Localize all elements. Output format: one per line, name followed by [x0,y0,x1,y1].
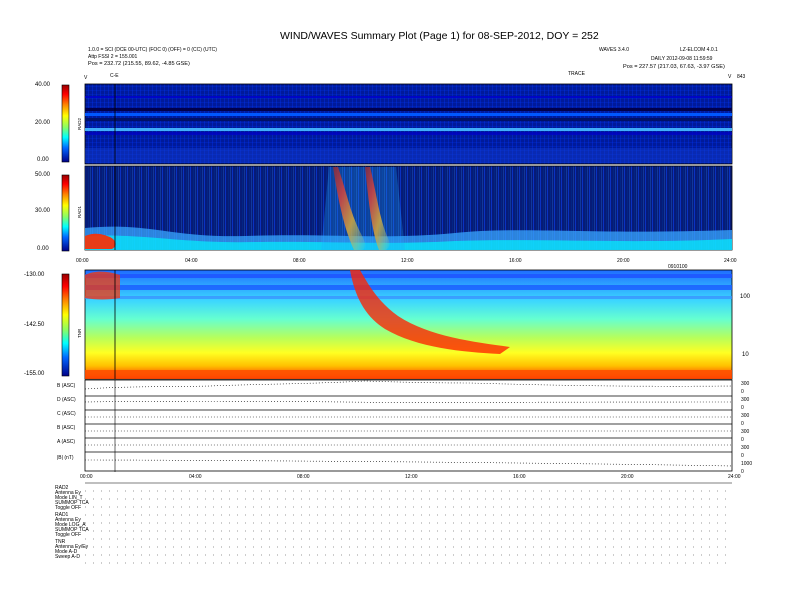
rad1-tick-mid: 30.00 [35,208,51,214]
time-tick-0400: 04:00 [185,258,198,264]
rad1-tick-top: 50.00 [35,172,51,178]
rad1-burst-glow [321,167,405,250]
rad2-band-3 [85,113,732,116]
tnr-blue-band-2 [85,285,732,290]
rad1-panel [61,165,733,252]
rad2-colorbar [61,84,70,163]
rad2-band-1 [85,96,732,98]
tnr-blue-band-1 [85,274,732,278]
mag-panel [84,379,733,472]
rad2-band-5 [85,128,732,131]
tnr-tick-mid: -142.50 [24,322,45,328]
time-tick-2000: 20:00 [617,258,630,264]
time-tick-0000: 00:00 [76,258,89,264]
rad2-tick-mid: 20.00 [35,120,51,126]
mag-trace-1 [84,380,733,390]
mag-frame [84,379,733,472]
rad1-colorbar [61,174,70,252]
mag-trace-6 [84,459,733,467]
summary-plot [61,83,733,564]
rad1-tick-bottom: 0.00 [37,246,49,252]
time-axis-note: 0910100 [668,264,688,270]
tnr-tick-top: -130.00 [24,272,45,278]
rad2-band-6 [85,132,732,135]
tnr-label: TNR [77,328,82,338]
mag-trace-2 [84,400,733,403]
tnr-tick-bottom: -155.00 [24,371,45,377]
tnr-panel [61,269,733,380]
tnr-colorbar [61,273,70,377]
rad2-tick-top: 40.00 [35,82,51,88]
time-tick-1600: 16:00 [509,258,522,264]
tnr-right-tick-bottom: 10 [742,352,749,358]
time-tick-0800: 08:00 [293,258,306,264]
rad2-band-2 [85,108,732,111]
rad2-bottom-band [85,148,732,163]
tnr-blue-band-3 [85,296,732,299]
tnr-right-tick-top: 100 [740,294,751,300]
time-tick-1200: 12:00 [401,258,414,264]
rad2-band-4 [85,118,732,121]
rad2-panel [61,83,733,165]
rad2-label: RAD2 [77,117,82,130]
tnr-bottom-red [85,370,732,379]
rad2-tick-bottom: 0.00 [37,157,49,163]
time-tick-2400: 24:00 [724,258,737,264]
footer-table [85,482,732,564]
rad1-label: RAD1 [77,205,82,218]
